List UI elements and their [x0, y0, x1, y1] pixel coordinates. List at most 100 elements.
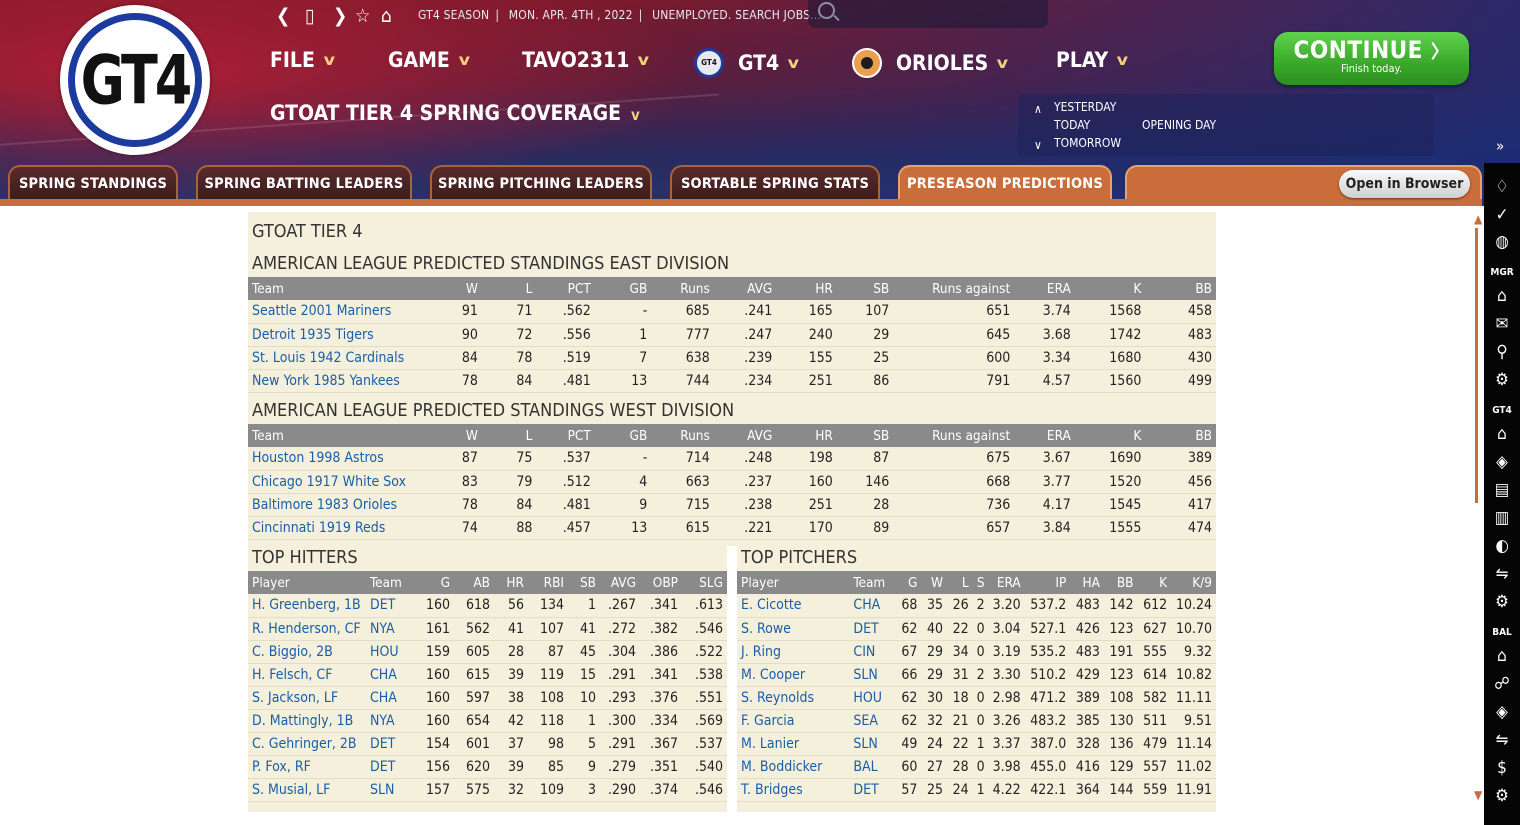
today-link[interactable]: TODAY: [1054, 118, 1090, 132]
team-link[interactable]: CIN: [849, 640, 896, 664]
column-header[interactable]: SB: [836, 277, 894, 300]
row-link[interactable]: S. Musial, LF: [248, 778, 366, 802]
row-link[interactable]: C. Biggio, 2B: [248, 640, 366, 664]
column-header[interactable]: L: [947, 571, 973, 594]
team-link[interactable]: DET: [849, 778, 896, 802]
row-link[interactable]: F. Garcia: [737, 709, 850, 733]
team-link[interactable]: SEA: [849, 709, 896, 733]
tab-spring-batting-leaders[interactable]: SPRING BATTING LEADERS: [196, 165, 412, 201]
home-icon[interactable]: ⌂: [381, 5, 392, 27]
column-header[interactable]: K: [1137, 571, 1172, 594]
column-header[interactable]: AVG: [600, 571, 640, 594]
column-header[interactable]: RBI: [528, 571, 568, 594]
column-header[interactable]: W: [439, 424, 482, 447]
column-header[interactable]: ERA: [1014, 277, 1075, 300]
open-in-browser-button[interactable]: Open in Browser: [1339, 170, 1470, 198]
team-link[interactable]: CHA: [366, 686, 416, 710]
row-link[interactable]: S. Jackson, LF: [248, 686, 366, 710]
row-link[interactable]: Houston 1998 Astros: [248, 447, 440, 471]
team-link[interactable]: DET: [366, 755, 416, 779]
row-link[interactable]: P. Fox, RF: [248, 755, 366, 779]
trade-icon[interactable]: ⇋: [1484, 564, 1520, 584]
row-link[interactable]: M. Cooper: [737, 663, 850, 687]
gt4-home-icon[interactable]: ⌂: [1484, 424, 1520, 444]
menu-orioles[interactable]: ORIOLES v: [852, 48, 1008, 78]
row-link[interactable]: St. Louis 1942 Cardinals: [248, 346, 440, 370]
search-input[interactable]: [808, 0, 1048, 28]
team-link[interactable]: DET: [849, 617, 896, 641]
tomorrow-link[interactable]: TOMORROW: [1054, 136, 1121, 150]
column-header[interactable]: SB: [568, 571, 600, 594]
row-link[interactable]: S. Rowe: [737, 617, 850, 641]
row-link[interactable]: M. Lanier: [737, 732, 850, 756]
column-header[interactable]: AVG: [713, 277, 777, 300]
menu-gt4[interactable]: GT4 GT4 v: [694, 48, 799, 78]
bal-trade-icon[interactable]: ⇋: [1484, 730, 1520, 750]
menu-play[interactable]: PLAY v: [1056, 48, 1128, 72]
bal-gear-icon[interactable]: ⚙: [1484, 786, 1520, 806]
column-header[interactable]: L: [481, 424, 537, 447]
team-link[interactable]: HOU: [366, 640, 416, 664]
bal-location-icon[interactable]: ◈: [1484, 702, 1520, 722]
job-status-link[interactable]: UNEMPLOYED. SEARCH JOBS...: [652, 8, 821, 22]
row-link[interactable]: H. Greenberg, 1B: [248, 594, 366, 618]
column-header[interactable]: Team: [248, 277, 440, 300]
continue-button[interactable]: CONTINUE 〉 Finish today.: [1274, 32, 1469, 85]
team-link[interactable]: CHA: [849, 594, 896, 618]
mgr-home-icon[interactable]: ⌂: [1484, 286, 1520, 306]
star-icon[interactable]: ☆: [355, 5, 370, 27]
column-header[interactable]: OBP: [640, 571, 682, 594]
row-link[interactable]: D. Mattingly, 1B: [248, 709, 366, 733]
scroll-down-icon[interactable]: ▼: [1474, 788, 1482, 802]
scroll-up-icon[interactable]: ▲: [1474, 212, 1482, 226]
tab-spring-pitching-leaders[interactable]: SPRING PITCHING LEADERS: [430, 165, 652, 201]
column-header[interactable]: W: [439, 277, 482, 300]
forward-icon[interactable]: ❯: [333, 5, 347, 27]
row-link[interactable]: M. Boddicker: [737, 755, 850, 779]
row-link[interactable]: J. Ring: [737, 640, 850, 664]
news-icon[interactable]: ▤: [1484, 480, 1520, 500]
yesterday-link[interactable]: YESTERDAY: [1054, 100, 1116, 114]
coverage-menu[interactable]: GTOAT TIER 4 SPRING COVERAGE v: [270, 101, 640, 125]
column-header[interactable]: G: [895, 571, 922, 594]
menu-file[interactable]: FILE v: [270, 48, 335, 72]
column-header[interactable]: ERA: [988, 571, 1025, 594]
column-header[interactable]: ERA: [1014, 424, 1075, 447]
column-header[interactable]: Team: [366, 571, 416, 594]
team-link[interactable]: SLN: [366, 778, 416, 802]
gear-icon[interactable]: ⚙: [1484, 370, 1520, 390]
row-link[interactable]: S. Reynolds: [737, 686, 850, 710]
baseball-icon[interactable]: ◐: [1484, 536, 1520, 556]
menu-game[interactable]: GAME v: [388, 48, 470, 72]
column-header[interactable]: BB: [1145, 277, 1216, 300]
globe-icon[interactable]: ◍: [1484, 232, 1520, 252]
down-arrow-icon[interactable]: ∨: [1034, 138, 1042, 152]
column-header[interactable]: Player: [737, 571, 850, 594]
row-link[interactable]: Cincinnati 1919 Reds: [248, 516, 440, 540]
team-link[interactable]: DET: [366, 732, 416, 756]
stats-chart-icon[interactable]: ▥: [1484, 508, 1520, 528]
row-link[interactable]: Seattle 2001 Mariners: [248, 300, 440, 324]
column-header[interactable]: HR: [776, 424, 837, 447]
column-header[interactable]: Runs: [651, 277, 714, 300]
column-header[interactable]: SLG: [682, 571, 727, 594]
column-header[interactable]: HR: [494, 571, 528, 594]
column-header[interactable]: HA: [1070, 571, 1104, 594]
row-link[interactable]: T. Bridges: [737, 778, 850, 802]
tab-spring-standings[interactable]: SPRING STANDINGS: [8, 165, 178, 201]
roster-icon[interactable]: ☍: [1484, 674, 1520, 694]
column-header[interactable]: S: [972, 571, 989, 594]
team-link[interactable]: NYA: [366, 709, 416, 733]
row-link[interactable]: Detroit 1935 Tigers: [248, 323, 440, 347]
gt4-logo[interactable]: GT4: [60, 5, 210, 155]
column-header[interactable]: Team: [849, 571, 896, 594]
lightbulb-icon[interactable]: ♢: [1484, 177, 1520, 197]
gt4-gear-icon[interactable]: ⚙: [1484, 592, 1520, 612]
mail-icon[interactable]: ✉: [1484, 314, 1520, 334]
team-link[interactable]: BAL: [849, 755, 896, 779]
column-header[interactable]: W: [921, 571, 948, 594]
column-header[interactable]: K: [1074, 277, 1146, 300]
finances-icon[interactable]: $: [1484, 758, 1520, 778]
team-link[interactable]: DET: [366, 594, 416, 618]
up-arrow-icon[interactable]: ∧: [1034, 102, 1042, 116]
